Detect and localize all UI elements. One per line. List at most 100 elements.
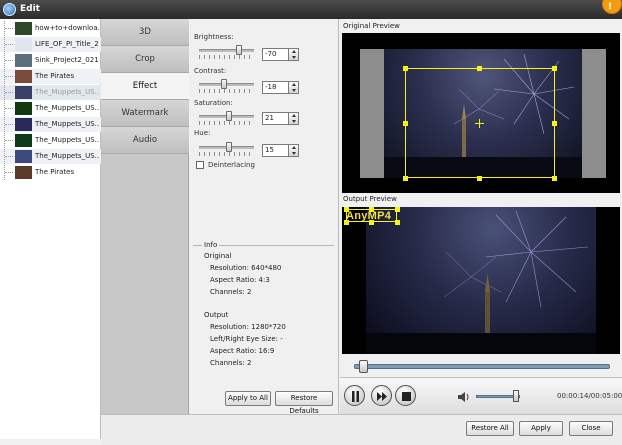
tree-connector: [4, 101, 14, 116]
seek-thumb[interactable]: [359, 360, 369, 373]
deinterlacing-checkbox[interactable]: [196, 161, 204, 169]
watermark-handle-tm[interactable]: [369, 207, 374, 212]
crop-handle-bm[interactable]: [477, 176, 482, 181]
update-badge-icon[interactable]: !: [602, 0, 622, 14]
file-thumbnail: [15, 38, 32, 51]
crop-handle-tm[interactable]: [477, 66, 482, 71]
volume-icon[interactable]: [457, 391, 471, 403]
file-item[interactable]: The_Muppets_US...: [0, 101, 101, 116]
tree-connector: [4, 53, 14, 68]
original-resolution: Resolution: 640*480: [210, 264, 282, 272]
contrast-label: Contrast:: [194, 67, 227, 75]
seek-track[interactable]: [354, 364, 610, 369]
saturation-input[interactable]: 21: [262, 112, 289, 125]
tab-audio[interactable]: Audio: [101, 127, 189, 154]
brightness-slider-thumb[interactable]: [236, 45, 243, 55]
close-button[interactable]: Close: [569, 421, 613, 436]
file-name: Sink_Project2_021...: [35, 56, 99, 64]
seek-bar[interactable]: [342, 359, 620, 374]
contrast-spinner[interactable]: [288, 81, 299, 94]
stop-icon: [402, 392, 411, 401]
tab-crop[interactable]: Crop: [101, 46, 189, 73]
crop-handle-tr[interactable]: [552, 66, 557, 71]
file-item[interactable]: The Pirates: [0, 69, 101, 84]
crop-handle-mr[interactable]: [552, 121, 557, 126]
file-name: The_Muppets_US...: [35, 120, 99, 128]
saturation-spinner[interactable]: [288, 112, 299, 125]
hue-input[interactable]: 15: [262, 144, 289, 157]
letterbox-left: [360, 49, 384, 178]
volume-slider-thumb[interactable]: [512, 390, 519, 402]
file-thumbnail: [15, 150, 32, 163]
title-bar: Edit ✕ !: [0, 0, 622, 19]
output-resolution: Resolution: 1280*720: [210, 323, 286, 331]
tab-3d[interactable]: 3D: [101, 19, 189, 46]
crop-handle-ml[interactable]: [403, 121, 408, 126]
output-preview-label: Output Preview: [343, 195, 397, 203]
brightness-spinner[interactable]: [288, 48, 299, 61]
edit-tabs: 3D Crop Effect Watermark Audio: [101, 19, 189, 414]
file-item-selected[interactable]: The_Muppets_US...: [0, 85, 101, 100]
playback-time: 00:00:14/00:05:00: [557, 392, 622, 400]
restore-defaults-button[interactable]: Restore Defaults: [275, 391, 333, 415]
file-list[interactable]: how+to+downloa... LIFE_OF_PI_Title_2 Sin…: [0, 19, 101, 439]
apply-button[interactable]: Apply: [519, 421, 563, 436]
stop-button[interactable]: [395, 385, 416, 406]
brightness-ticks: [199, 55, 254, 59]
file-thumbnail: [15, 54, 32, 67]
fast-forward-button[interactable]: [371, 385, 392, 406]
watermark-handle-bl[interactable]: [344, 220, 349, 225]
tree-connector: [4, 117, 14, 132]
file-item[interactable]: how+to+downloa...: [0, 21, 101, 36]
tree-connector: [4, 165, 14, 180]
watermark-handle-tl[interactable]: [344, 207, 349, 212]
saturation-label: Saturation:: [194, 99, 233, 107]
apply-to-all-button[interactable]: Apply to All: [225, 391, 271, 406]
output-preview: AnyMP4: [342, 207, 620, 354]
watermark-handle-bm[interactable]: [369, 220, 374, 225]
restore-all-button[interactable]: Restore All: [466, 421, 514, 436]
contrast-ticks: [199, 89, 254, 93]
output-lr-eye-size: Left/Right Eye Size: -: [210, 335, 283, 343]
file-name: The_Muppets_US...: [35, 136, 99, 144]
brightness-slider[interactable]: [199, 49, 254, 52]
contrast-input[interactable]: -18: [262, 81, 289, 94]
brightness-input[interactable]: -70: [262, 48, 289, 61]
file-item[interactable]: The_Muppets_US...: [0, 149, 101, 164]
contrast-slider-thumb[interactable]: [220, 79, 227, 89]
hue-slider-thumb[interactable]: [226, 142, 233, 152]
original-channels: Channels: 2: [210, 288, 252, 296]
output-heading: Output: [204, 311, 229, 319]
info-title: Info: [202, 241, 220, 249]
original-aspect-ratio: Aspect Ratio: 4:3: [210, 276, 270, 284]
brightness-label: Brightness:: [194, 33, 234, 41]
file-name: The Pirates: [35, 168, 75, 176]
saturation-slider-thumb[interactable]: [226, 111, 233, 121]
file-item[interactable]: The Pirates: [0, 165, 101, 180]
watermark-handle-tr[interactable]: [395, 207, 400, 212]
crop-handle-bl[interactable]: [403, 176, 408, 181]
file-item[interactable]: The_Muppets_US...: [0, 133, 101, 148]
output-video-frame: [366, 207, 596, 354]
file-item[interactable]: LIFE_OF_PI_Title_2: [0, 37, 101, 52]
crop-handle-tl[interactable]: [403, 66, 408, 71]
file-item[interactable]: The_Muppets_US...: [0, 117, 101, 132]
file-item[interactable]: Sink_Project2_021...: [0, 53, 101, 68]
file-thumbnail: [15, 166, 32, 179]
fast-forward-icon: [377, 392, 387, 401]
tab-watermark[interactable]: Watermark: [101, 100, 189, 127]
letterbox-right: [582, 49, 606, 178]
file-thumbnail: [15, 118, 32, 131]
crop-handle-br[interactable]: [552, 176, 557, 181]
tree-connector: [4, 69, 14, 84]
pause-button[interactable]: [344, 385, 365, 406]
file-name: The Pirates: [35, 72, 75, 80]
update-badge-glyph: !: [608, 2, 613, 12]
watermark-handle-br[interactable]: [395, 220, 400, 225]
tree-connector: [4, 37, 14, 52]
hue-label: Hue:: [194, 129, 211, 137]
file-name: The_Muppets_US...: [35, 152, 99, 160]
playback-controls: 00:00:14/00:05:00: [340, 377, 622, 414]
tab-effect[interactable]: Effect: [101, 73, 189, 100]
hue-spinner[interactable]: [288, 144, 299, 157]
